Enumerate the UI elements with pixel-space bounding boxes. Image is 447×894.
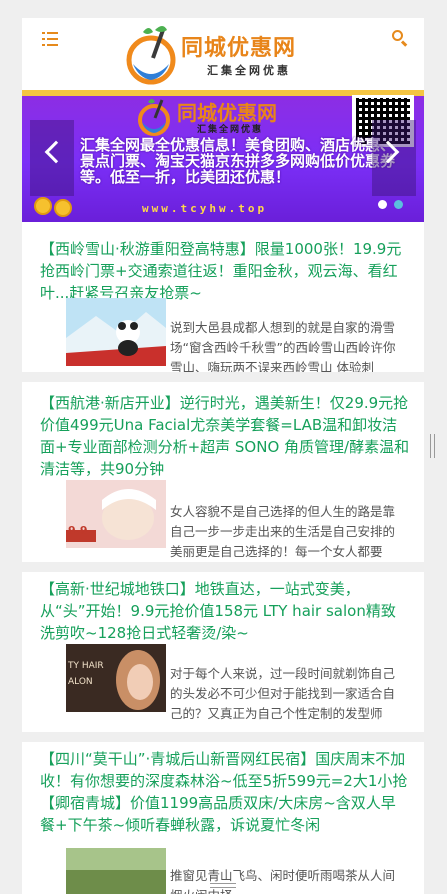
carousel-dots	[374, 200, 414, 210]
article-title[interactable]: 【西航港·新店开业】逆行时光，遇美新生！仅29.9元抢价值499元Una Fac…	[40, 392, 410, 480]
article-card[interactable]: 【四川“莫干山”·青城后山新晋网红民宿】国庆周末不加收！有你想要的深度森林浴~低…	[22, 742, 424, 894]
bottom-drag-handle[interactable]	[210, 883, 236, 888]
logo-title: 同城优惠网	[181, 36, 297, 61]
divider	[22, 562, 424, 572]
article-card[interactable]: 【西岭雪山·秋游重阳登高特惠】限量1000张！19.9元抢西岭门票+交通索道往返…	[22, 232, 424, 375]
article-summary: 推窗见青山飞鸟、闲时便听雨喝茶从人间烟火闹中择一	[170, 868, 396, 894]
article-card[interactable]: 【西航港·新店开业】逆行时光，遇美新生！仅29.9元抢价值499元Una Fac…	[22, 382, 424, 562]
logo-subtitle: 汇集全网优惠	[207, 64, 291, 77]
carousel-dot[interactable]	[378, 200, 387, 209]
article-title[interactable]: 【西岭雪山·秋游重阳登高特惠】限量1000张！19.9元抢西岭门票+交通索道往返…	[40, 238, 410, 304]
scroll-handle[interactable]	[430, 434, 435, 458]
article-thumbnail[interactable]: TY HAIR ALON	[66, 644, 166, 712]
coin-icon	[34, 195, 78, 217]
article-thumbnail[interactable]	[66, 848, 166, 894]
article-card[interactable]: 【高新·世纪城地铁口】地铁直达，一站式变美，从“头”开始！9.9元抢价值158元…	[22, 572, 424, 732]
divider	[22, 732, 424, 742]
banner-text: 汇集全网最全优惠信息！美食团购、酒店优惠、景点门票、淘宝天猫京东拼多多网购低价优…	[80, 136, 396, 186]
mobile-frame: 同城优惠网 汇集全网优惠 同城优惠网 汇集全网优惠 汇集全网最全优惠信息！美食团…	[22, 18, 424, 894]
banner-logo-subtitle: 汇集全网优惠	[197, 125, 264, 135]
article-summary: 说到大邑县成都人想到的就是自家的滑雪场“窗含西岭千秋雪”的西岭雪山西岭许你雪山、…	[170, 320, 396, 375]
article-title[interactable]: 【四川“莫干山”·青城后山新晋网红民宿】国庆周末不加收！有你想要的深度森林浴~低…	[40, 748, 410, 836]
carousel-dot-active[interactable]	[394, 200, 403, 209]
thumbnail-label: 9.9	[68, 524, 88, 537]
article-summary: 女人容貌不是自己选择的但人生的路是靠自己一步一步走出来的生活是自己安排的 美丽更…	[170, 504, 421, 559]
article-thumbnail[interactable]	[66, 298, 166, 366]
logo-mark-icon	[126, 26, 176, 85]
site-header: 同城优惠网 汇集全网优惠	[22, 18, 424, 90]
thumbnail-label: TY HAIR ALON	[68, 661, 104, 687]
chevron-left-icon	[44, 140, 68, 164]
banner-carousel[interactable]: 同城优惠网 汇集全网优惠 汇集全网最全优惠信息！美食团购、酒店优惠、景点门票、淘…	[22, 90, 424, 222]
banner-url: www.tcyhw.top	[142, 202, 268, 215]
banner-logo-icon	[138, 99, 170, 136]
article-summary: 对于每个人来说，过一段时间就剃饰自己的头发必不可少但对于能找到一家适合自己的？又…	[170, 666, 396, 721]
page: 同城优惠网 汇集全网优惠 同城优惠网 汇集全网优惠 汇集全网最全优惠信息！美食团…	[0, 0, 447, 894]
article-thumbnail[interactable]: 9.9	[66, 480, 166, 548]
search-icon[interactable]	[392, 30, 408, 47]
article-title[interactable]: 【高新·世纪城地铁口】地铁直达，一站式变美，从“头”开始！9.9元抢价值158元…	[40, 578, 410, 644]
carousel-prev-button[interactable]	[30, 120, 74, 196]
site-logo[interactable]: 同城优惠网 汇集全网优惠	[123, 22, 323, 86]
carousel-next-button[interactable]	[372, 120, 416, 196]
chevron-right-icon	[376, 140, 400, 164]
menu-icon[interactable]	[42, 32, 58, 46]
divider	[22, 372, 424, 382]
